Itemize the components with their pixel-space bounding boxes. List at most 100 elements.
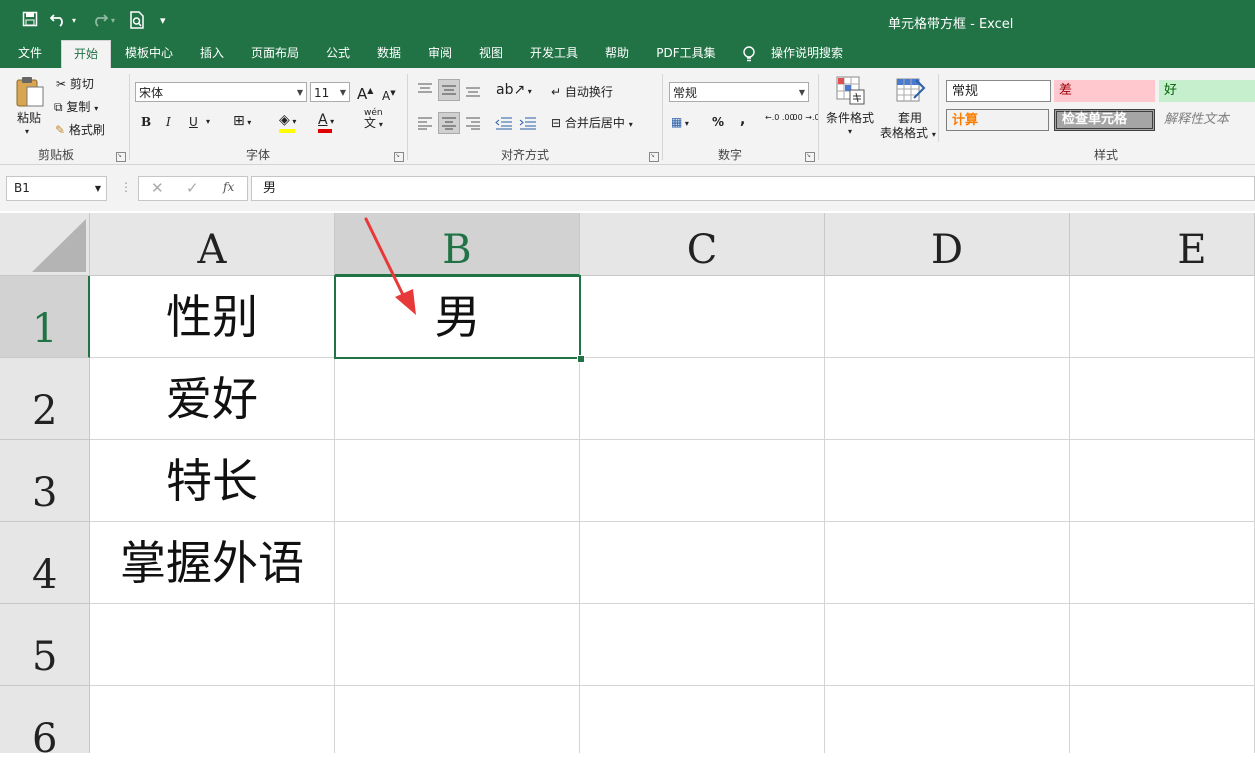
percent-button[interactable]: % bbox=[712, 114, 724, 130]
style-normal[interactable]: 常规 bbox=[946, 80, 1051, 102]
style-bad[interactable]: 差 bbox=[1054, 80, 1155, 102]
tab-page-layout[interactable]: 页面布局 bbox=[243, 40, 307, 68]
conditional-format-dropdown-icon[interactable]: ▾ bbox=[848, 124, 852, 140]
format-as-table-button[interactable]: 表格格式 ▾ bbox=[880, 125, 936, 143]
align-right-button[interactable] bbox=[465, 116, 481, 133]
tab-developer[interactable]: 开发工具 bbox=[522, 40, 586, 68]
cell-a2[interactable]: 爱好 bbox=[90, 358, 335, 440]
cell-e6[interactable] bbox=[1070, 686, 1255, 753]
fill-handle[interactable] bbox=[577, 355, 585, 363]
cell-e4[interactable] bbox=[1070, 522, 1255, 604]
align-middle-button[interactable] bbox=[438, 79, 460, 101]
style-explanatory[interactable]: 解释性文本 bbox=[1159, 109, 1255, 131]
tab-help[interactable]: 帮助 bbox=[595, 40, 639, 68]
number-launcher-icon[interactable]: ↘ bbox=[805, 152, 815, 162]
cell-e2[interactable] bbox=[1070, 358, 1255, 440]
cell-b6[interactable] bbox=[335, 686, 580, 753]
cell-b3[interactable] bbox=[335, 440, 580, 522]
tab-templates[interactable]: 模板中心 bbox=[118, 40, 180, 68]
column-header-e[interactable]: E bbox=[1070, 213, 1255, 276]
format-painter-button[interactable]: ✎ 格式刷 bbox=[55, 122, 105, 138]
cell-a3[interactable]: 特长 bbox=[90, 440, 335, 522]
cell-e5[interactable] bbox=[1070, 604, 1255, 686]
font-launcher-icon[interactable]: ↘ bbox=[394, 152, 404, 162]
wrap-text-button[interactable]: ↵ 自动换行 bbox=[551, 84, 613, 100]
align-bottom-button[interactable] bbox=[465, 84, 481, 101]
cell-c5[interactable] bbox=[580, 604, 825, 686]
borders-button[interactable]: ⊞ ▾ bbox=[233, 113, 251, 131]
cell-d5[interactable] bbox=[825, 604, 1070, 686]
decrease-indent-button[interactable] bbox=[495, 116, 513, 133]
cell-a6[interactable] bbox=[90, 686, 335, 753]
underline-dropdown-icon[interactable]: ▾ bbox=[206, 114, 210, 130]
cell-c3[interactable] bbox=[580, 440, 825, 522]
underline-button[interactable]: U bbox=[189, 114, 198, 130]
undo-dropdown-icon[interactable]: ▾ bbox=[72, 11, 76, 31]
accounting-format-button[interactable]: ▦ ▾ bbox=[671, 114, 689, 132]
cell-c1[interactable] bbox=[580, 276, 825, 358]
tab-home[interactable]: 开始 bbox=[61, 40, 111, 69]
tab-review[interactable]: 审阅 bbox=[418, 40, 462, 68]
column-header-c[interactable]: C bbox=[580, 213, 825, 276]
save-icon[interactable] bbox=[22, 11, 38, 31]
undo-icon[interactable] bbox=[49, 11, 68, 31]
row-header-1[interactable]: 1 bbox=[0, 276, 90, 358]
name-box[interactable]: B1 ▼ bbox=[6, 176, 107, 201]
increase-indent-button[interactable] bbox=[519, 116, 537, 133]
formula-input[interactable]: 男 bbox=[251, 176, 1255, 201]
select-all-button[interactable] bbox=[0, 213, 90, 276]
number-format-combo[interactable]: 常规 ▼ bbox=[669, 82, 809, 102]
paste-dropdown-icon[interactable]: ▾ bbox=[25, 124, 29, 140]
phonetic-button[interactable]: wén 文 ▾ bbox=[364, 108, 383, 130]
cell-d4[interactable] bbox=[825, 522, 1070, 604]
align-top-button[interactable] bbox=[417, 82, 433, 99]
print-preview-icon[interactable] bbox=[129, 11, 145, 31]
tab-view[interactable]: 视图 bbox=[469, 40, 513, 68]
tab-file[interactable]: 文件 bbox=[8, 40, 52, 68]
cell-d2[interactable] bbox=[825, 358, 1070, 440]
bold-button[interactable]: B bbox=[141, 114, 151, 130]
enter-icon[interactable]: ✓ bbox=[186, 179, 199, 197]
format-as-table-line1[interactable]: 套用 bbox=[898, 110, 922, 126]
cell-d3[interactable] bbox=[825, 440, 1070, 522]
cell-c6[interactable] bbox=[580, 686, 825, 753]
tab-formulas[interactable]: 公式 bbox=[316, 40, 360, 68]
column-header-d[interactable]: D bbox=[825, 213, 1070, 276]
cell-b5[interactable] bbox=[335, 604, 580, 686]
merge-center-button[interactable]: ⊟ 合并后居中 ▾ bbox=[551, 115, 633, 133]
font-color-button[interactable]: A ▾ bbox=[318, 112, 334, 133]
column-header-a[interactable]: A bbox=[90, 213, 335, 276]
row-header-4[interactable]: 4 bbox=[0, 522, 90, 604]
redo-dropdown-icon[interactable]: ▾ bbox=[111, 11, 115, 31]
clipboard-launcher-icon[interactable]: ↘ bbox=[116, 152, 126, 162]
chevron-down-icon[interactable]: ▼ bbox=[95, 177, 101, 200]
paste-button[interactable]: 粘贴 ▾ bbox=[15, 76, 45, 136]
drag-handle-icon[interactable]: ⋮ bbox=[120, 180, 132, 194]
row-header-2[interactable]: 2 bbox=[0, 358, 90, 440]
cell-c4[interactable] bbox=[580, 522, 825, 604]
font-name-combo[interactable]: 宋体 ▼ bbox=[135, 82, 307, 102]
cell-b4[interactable] bbox=[335, 522, 580, 604]
row-header-3[interactable]: 3 bbox=[0, 440, 90, 522]
cell-d6[interactable] bbox=[825, 686, 1070, 753]
decrease-decimal-button[interactable]: .00 →.0 bbox=[790, 113, 820, 122]
fill-color-button[interactable]: ◈ ▾ bbox=[279, 112, 296, 133]
alignment-launcher-icon[interactable]: ↘ bbox=[649, 152, 659, 162]
redo-icon[interactable] bbox=[90, 11, 109, 31]
cancel-icon[interactable]: ✕ bbox=[151, 179, 164, 197]
cut-button[interactable]: ✂ 剪切 bbox=[56, 76, 94, 92]
cell-a1[interactable]: 性别 bbox=[90, 276, 335, 358]
style-check-cell[interactable]: 检查单元格 bbox=[1054, 109, 1155, 131]
cell-e3[interactable] bbox=[1070, 440, 1255, 522]
italic-button[interactable]: I bbox=[166, 114, 171, 130]
font-size-combo[interactable]: 11 ▼ bbox=[310, 82, 350, 102]
orientation-button[interactable]: ab↗ ▾ bbox=[496, 82, 532, 100]
tell-me-search[interactable]: 操作说明搜索 bbox=[764, 40, 850, 68]
align-center-button[interactable] bbox=[438, 112, 460, 134]
row-header-5[interactable]: 5 bbox=[0, 604, 90, 686]
copy-dropdown-icon[interactable]: ▾ bbox=[94, 104, 98, 113]
cell-e1[interactable] bbox=[1070, 276, 1255, 358]
insert-function-icon[interactable]: fx bbox=[223, 180, 234, 194]
grow-font-button[interactable]: A▲ bbox=[357, 83, 373, 102]
style-calculation[interactable]: 计算 bbox=[946, 109, 1049, 131]
